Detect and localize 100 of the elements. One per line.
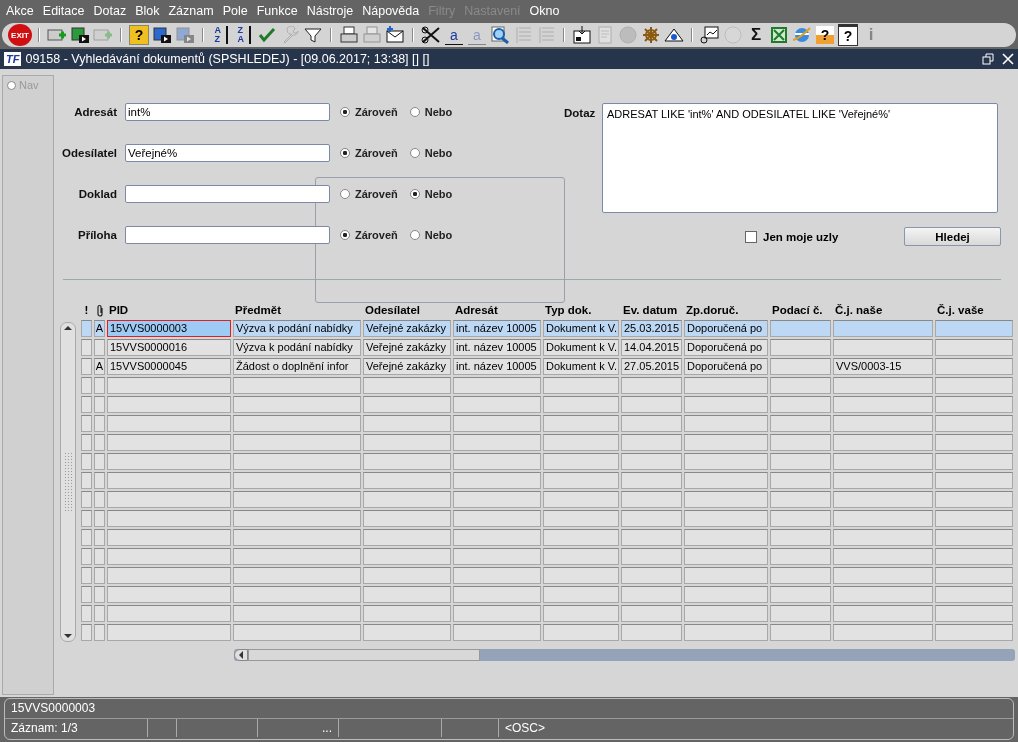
envelope-icon[interactable] (384, 25, 406, 45)
table-cell[interactable] (81, 320, 92, 337)
help-window-icon[interactable]: ? (837, 25, 859, 45)
text-icon[interactable]: Σ (745, 25, 767, 45)
table-cell[interactable] (935, 529, 1013, 546)
table-cell[interactable] (453, 396, 541, 413)
table-cell[interactable] (107, 453, 231, 470)
table-cell[interactable] (935, 491, 1013, 508)
table-cell[interactable] (363, 491, 451, 508)
table-cell[interactable] (453, 377, 541, 394)
browser-icon[interactable] (791, 25, 813, 45)
horizontal-scrollbar[interactable] (234, 649, 1015, 661)
table-cell[interactable]: Výzva k podání nabídky (233, 320, 361, 337)
table-cell[interactable] (453, 624, 541, 641)
table-cell[interactable]: Dokument k V. (543, 339, 619, 356)
input-field[interactable]: int% (125, 103, 330, 121)
table-cell[interactable] (453, 567, 541, 584)
radio-option[interactable]: Nebo (409, 106, 453, 118)
table-cell[interactable] (453, 453, 541, 470)
table-cell[interactable]: Žádost o doplnění infor (233, 358, 361, 375)
query-text-area[interactable]: ADRESAT LIKE 'int%' AND ODESILATEL LIKE 'Veřejné%' (602, 103, 998, 213)
table-cell[interactable] (81, 510, 92, 527)
table-cell[interactable]: Veřejné zakázky (363, 320, 451, 337)
menu-item[interactable]: Nápověda (358, 4, 425, 18)
vertical-scrollbar[interactable] (60, 322, 76, 642)
table-cell[interactable] (543, 605, 619, 622)
table-cell[interactable] (94, 377, 105, 394)
table-cell[interactable] (833, 624, 933, 641)
table-cell[interactable] (453, 510, 541, 527)
menu-item[interactable]: Nástroje (302, 4, 359, 18)
scroll-up-icon[interactable] (64, 326, 72, 330)
table-cell[interactable] (621, 548, 682, 565)
printer-icon[interactable] (338, 25, 360, 45)
table-cell[interactable] (621, 491, 682, 508)
table-cell[interactable] (94, 472, 105, 489)
table-cell[interactable]: 15VVS0000045 (107, 358, 231, 375)
table-cell[interactable] (543, 510, 619, 527)
table-cell[interactable] (94, 529, 105, 546)
table-cell[interactable] (621, 624, 682, 641)
table-cell[interactable] (543, 624, 619, 641)
table-cell[interactable] (81, 396, 92, 413)
menu-item[interactable]: Záznam (164, 4, 219, 18)
table-cell[interactable] (453, 548, 541, 565)
table-cell[interactable] (621, 586, 682, 603)
table-cell[interactable] (107, 377, 231, 394)
table-cell[interactable] (833, 548, 933, 565)
table-cell[interactable] (363, 377, 451, 394)
table-cell[interactable] (363, 567, 451, 584)
table-cell[interactable] (107, 605, 231, 622)
table-cell[interactable] (833, 434, 933, 451)
table-cell[interactable] (363, 453, 451, 470)
table-cell[interactable] (833, 510, 933, 527)
table-cell[interactable] (81, 453, 92, 470)
table-cell[interactable] (543, 567, 619, 584)
scroll-left-button[interactable] (234, 649, 248, 661)
table-cell[interactable] (935, 605, 1013, 622)
table-cell[interactable] (233, 453, 361, 470)
spreadsheet-icon[interactable] (768, 25, 790, 45)
radio-option[interactable]: Zároveň (340, 229, 398, 241)
table-cell[interactable] (770, 567, 831, 584)
table-cell[interactable] (363, 605, 451, 622)
menu-item[interactable]: Editace (38, 4, 90, 18)
table-cell[interactable] (81, 415, 92, 432)
filter-icon[interactable] (302, 25, 324, 45)
table-cell[interactable] (363, 396, 451, 413)
table-cell[interactable] (543, 453, 619, 470)
table-cell[interactable] (770, 624, 831, 641)
table-cell[interactable] (833, 377, 933, 394)
table-cell[interactable] (770, 415, 831, 432)
table-cell[interactable]: 25.03.2015 (621, 320, 682, 337)
table-cell[interactable]: Doporučená po (684, 339, 768, 356)
table-cell[interactable] (833, 472, 933, 489)
table-cell[interactable] (770, 434, 831, 451)
table-cell[interactable] (107, 415, 231, 432)
table-cell[interactable]: int. název 10005 (453, 339, 541, 356)
table-cell[interactable] (233, 586, 361, 603)
table-cell[interactable] (363, 624, 451, 641)
execute-query-icon[interactable] (151, 25, 173, 45)
table-cell[interactable] (94, 605, 105, 622)
table-cell[interactable] (770, 510, 831, 527)
table-cell[interactable] (770, 529, 831, 546)
checkmark-icon[interactable] (256, 25, 278, 45)
table-cell[interactable]: 27.05.2015 (621, 358, 682, 375)
menu-item[interactable]: Okno (525, 4, 565, 18)
table-cell[interactable] (233, 491, 361, 508)
table-cell[interactable] (107, 624, 231, 641)
restore-icon[interactable] (982, 53, 994, 65)
table-cell[interactable] (94, 396, 105, 413)
table-cell[interactable] (94, 586, 105, 603)
table-cell[interactable] (935, 453, 1013, 470)
table-cell[interactable] (81, 339, 92, 356)
table-cell[interactable] (935, 434, 1013, 451)
save-record-icon[interactable] (69, 25, 91, 45)
scroll-down-icon[interactable] (64, 634, 72, 638)
table-cell[interactable] (935, 320, 1013, 337)
table-cell[interactable] (684, 567, 768, 584)
table-cell[interactable] (770, 453, 831, 470)
table-cell[interactable]: A (94, 320, 105, 337)
table-cell[interactable] (935, 358, 1013, 375)
table-cell[interactable] (935, 377, 1013, 394)
